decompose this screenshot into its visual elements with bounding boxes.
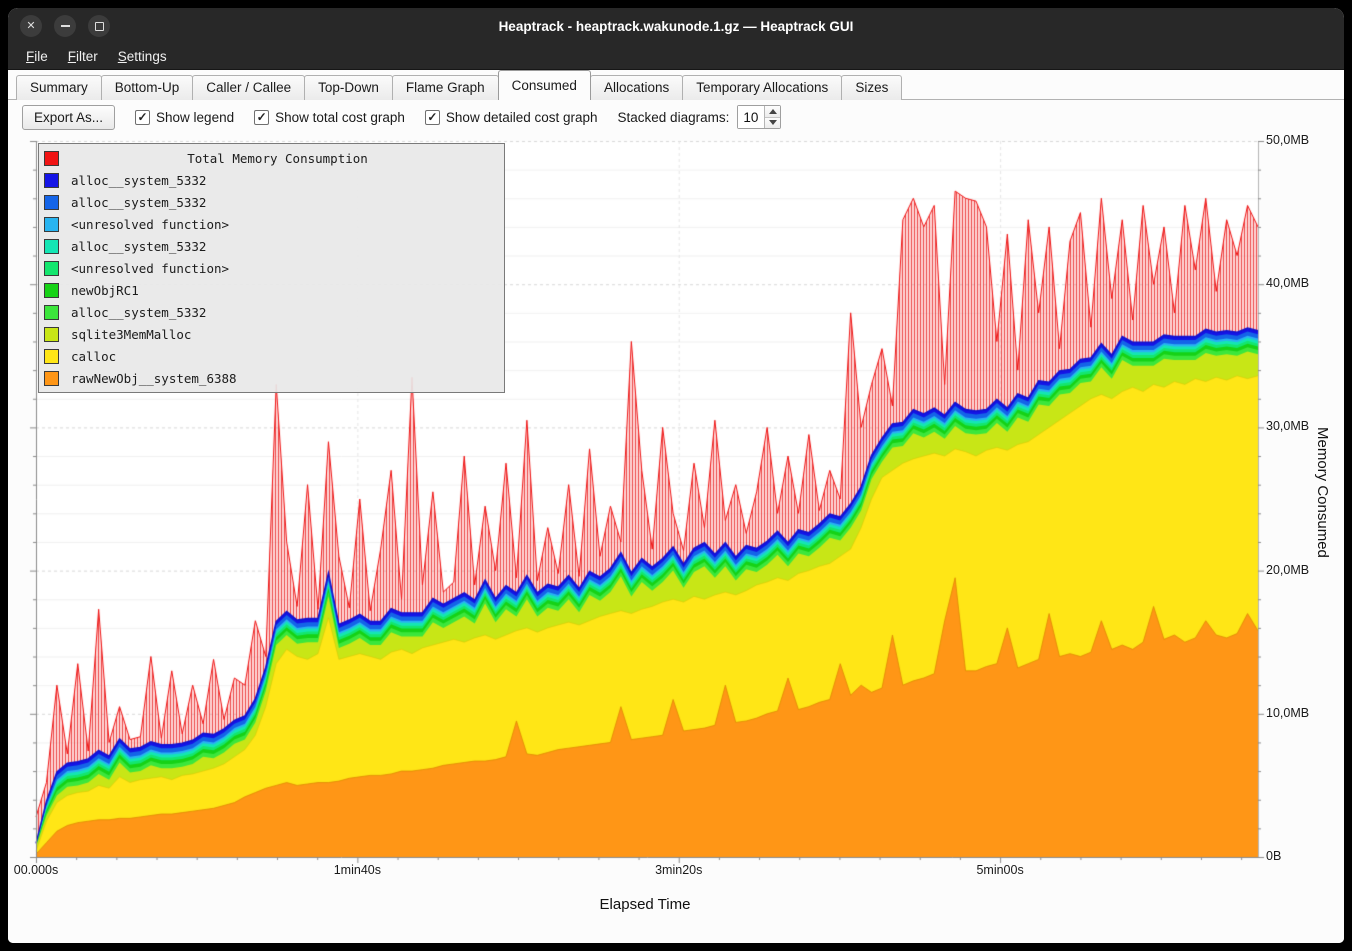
legend-swatch (44, 305, 59, 320)
y-tick-label: 50,0MB (1266, 133, 1309, 147)
chart-legend: Total Memory Consumption alloc__system_53… (38, 143, 505, 393)
tab-bottom-up[interactable]: Bottom-Up (101, 75, 194, 100)
menu-item-settings[interactable]: Settings (108, 46, 177, 67)
tab-sizes[interactable]: Sizes (841, 75, 902, 100)
legend-label: sqlite3MemMalloc (71, 327, 191, 342)
x-axis-title: Elapsed Time (600, 896, 691, 913)
window-title: Heaptrack - heaptrack.wakunode.1.gz — He… (8, 19, 1344, 34)
legend-label: rawNewObj__system_6388 (71, 371, 237, 386)
spin-down-button[interactable] (765, 117, 780, 129)
legend-item: rawNewObj__system_6388 (39, 367, 504, 389)
x-tick-label: 00.000s (14, 863, 58, 877)
legend-swatch (44, 173, 59, 188)
legend-item: <unresolved function> (39, 257, 504, 279)
tab-allocations[interactable]: Allocations (590, 75, 683, 100)
legend-swatch (44, 217, 59, 232)
close-icon: ✕ (26, 21, 35, 32)
stacked-diagrams-spinbox[interactable] (737, 105, 781, 129)
legend-item: sqlite3MemMalloc (39, 323, 504, 345)
legend-swatch (44, 327, 59, 342)
legend-item: alloc__system_5332 (39, 301, 504, 323)
checkbox-checked-icon: ✓ (135, 110, 150, 125)
spin-up-icon (769, 109, 777, 114)
legend-item: calloc (39, 345, 504, 367)
y-tick-label: 40,0MB (1266, 276, 1309, 290)
maximize-button[interactable] (88, 15, 110, 37)
tab-temporary-allocations[interactable]: Temporary Allocations (682, 75, 842, 100)
menubar: File Filter Settings (8, 44, 1344, 70)
legend-swatch (44, 151, 59, 166)
legend-item: newObjRC1 (39, 279, 504, 301)
checkbox-label: Show total cost graph (275, 110, 405, 125)
legend-label: <unresolved function> (71, 217, 229, 232)
stacked-diagrams-input[interactable] (738, 106, 764, 128)
checkbox-show-total-cost-graph[interactable]: ✓ Show total cost graph (254, 110, 405, 125)
minimize-icon (61, 25, 70, 27)
stacked-diagrams-label: Stacked diagrams: (618, 110, 730, 125)
legend-label: newObjRC1 (71, 283, 139, 298)
legend-label: <unresolved function> (71, 261, 229, 276)
legend-item: alloc__system_5332 (39, 169, 504, 191)
tab-consumed[interactable]: Consumed (498, 70, 591, 100)
tab-flame-graph[interactable]: Flame Graph (392, 75, 499, 100)
legend-label: alloc__system_5332 (71, 305, 206, 320)
legend-swatch (44, 371, 59, 386)
legend-label: Total Memory Consumption (71, 151, 484, 166)
legend-label: alloc__system_5332 (71, 239, 206, 254)
legend-item: alloc__system_5332 (39, 191, 504, 213)
y-tick-label: 10,0MB (1266, 706, 1309, 720)
legend-swatch (44, 349, 59, 364)
legend-swatch (44, 261, 59, 276)
menu-item-filter[interactable]: Filter (58, 46, 108, 67)
maximize-icon (95, 22, 104, 31)
tab-bar: Summary Bottom-Up Caller / Callee Top-Do… (8, 70, 1344, 100)
tab-caller-callee[interactable]: Caller / Callee (192, 75, 305, 100)
app-window: ✕ Heaptrack - heaptrack.wakunode.1.gz — … (8, 8, 1344, 943)
legend-swatch (44, 283, 59, 298)
legend-item: alloc__system_5332 (39, 235, 504, 257)
checkbox-checked-icon: ✓ (425, 110, 440, 125)
export-as-button[interactable]: Export As... (22, 105, 115, 130)
toolbar: Export As... ✓ Show legend ✓ Show total … (8, 100, 1344, 134)
legend-swatch (44, 195, 59, 210)
tab-top-down[interactable]: Top-Down (304, 75, 393, 100)
x-tick-label: 1min40s (334, 863, 381, 877)
checkbox-checked-icon: ✓ (254, 110, 269, 125)
checkbox-show-legend[interactable]: ✓ Show legend (135, 110, 234, 125)
legend-title-row: Total Memory Consumption (39, 147, 504, 169)
y-tick-label: 30,0MB (1266, 419, 1309, 433)
y-tick-label: 20,0MB (1266, 563, 1309, 577)
close-button[interactable]: ✕ (20, 15, 42, 37)
legend-label: alloc__system_5332 (71, 195, 206, 210)
menu-item-file[interactable]: File (16, 46, 58, 67)
minimize-button[interactable] (54, 15, 76, 37)
y-axis-title: Memory Consumed (1314, 427, 1331, 558)
checkbox-label: Show detailed cost graph (446, 110, 598, 125)
legend-label: calloc (71, 349, 116, 364)
tab-summary[interactable]: Summary (16, 75, 102, 100)
y-tick-label: 0B (1266, 849, 1281, 863)
legend-label: alloc__system_5332 (71, 173, 206, 188)
chart-region: Total Memory Consumption alloc__system_53… (8, 132, 1344, 943)
spin-up-button[interactable] (765, 106, 780, 117)
checkbox-show-detailed-cost-graph[interactable]: ✓ Show detailed cost graph (425, 110, 598, 125)
window-controls: ✕ (8, 15, 110, 37)
x-tick-label: 3min20s (655, 863, 702, 877)
legend-item: <unresolved function> (39, 213, 504, 235)
spin-down-icon (769, 120, 777, 125)
checkbox-label: Show legend (156, 110, 234, 125)
legend-swatch (44, 239, 59, 254)
titlebar: ✕ Heaptrack - heaptrack.wakunode.1.gz — … (8, 8, 1344, 44)
x-tick-label: 5min00s (976, 863, 1023, 877)
